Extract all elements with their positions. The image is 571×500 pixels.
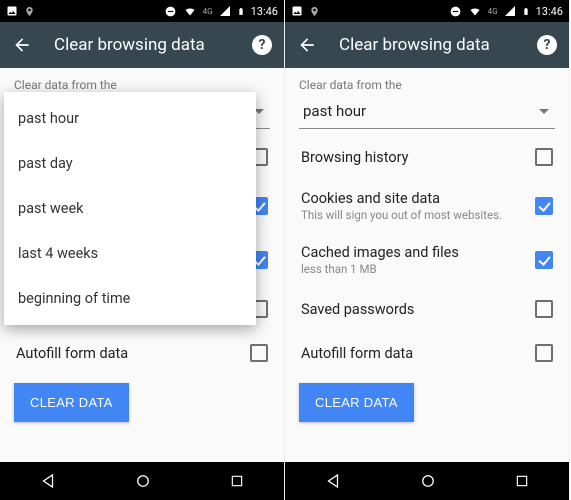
checkbox[interactable] bbox=[535, 344, 553, 362]
wifi-icon bbox=[183, 5, 197, 17]
nav-recent-icon[interactable] bbox=[514, 473, 530, 489]
time-range-dropdown[interactable]: past hour bbox=[299, 96, 555, 129]
time-range-menu: past hour past day past week last 4 week… bbox=[4, 92, 256, 325]
image-icon bbox=[291, 5, 303, 17]
nav-bar bbox=[285, 462, 569, 500]
battery-icon bbox=[522, 5, 530, 18]
clear-data-button[interactable]: CLEAR DATA bbox=[14, 383, 129, 422]
menu-item[interactable]: past hour bbox=[4, 96, 256, 141]
item-passwords[interactable]: Saved passwords bbox=[299, 287, 555, 331]
signal-text: 4G bbox=[488, 7, 498, 16]
menu-item[interactable]: last 4 weeks bbox=[4, 231, 256, 276]
back-icon[interactable] bbox=[12, 35, 32, 55]
location-icon bbox=[309, 6, 320, 17]
item-autofill[interactable]: Autofill form data bbox=[14, 331, 270, 375]
image-icon bbox=[6, 5, 18, 17]
menu-item[interactable]: beginning of time bbox=[4, 276, 256, 321]
clock-text: 13:46 bbox=[251, 5, 278, 18]
cell-icon bbox=[219, 5, 231, 17]
checkbox[interactable] bbox=[535, 148, 553, 166]
clock-text: 13:46 bbox=[536, 5, 563, 18]
signal-text: 4G bbox=[203, 7, 213, 16]
location-icon bbox=[24, 6, 35, 17]
menu-item[interactable]: past week bbox=[4, 186, 256, 231]
battery-icon bbox=[237, 5, 245, 18]
section-label: Clear data from the bbox=[14, 78, 270, 92]
nav-back-icon[interactable] bbox=[324, 472, 342, 490]
help-icon[interactable]: ? bbox=[537, 35, 557, 55]
page-title: Clear browsing data bbox=[339, 35, 515, 55]
cell-icon bbox=[504, 5, 516, 17]
checkbox[interactable] bbox=[535, 251, 553, 269]
page-title: Clear browsing data bbox=[54, 35, 230, 55]
help-icon[interactable]: ? bbox=[252, 35, 272, 55]
item-cache[interactable]: Cached images and filesless than 1 MB bbox=[299, 233, 555, 287]
dnd-icon bbox=[449, 5, 462, 18]
screen-dropdown-open: 4G 13:46 Clear browsing data ? Clear dat… bbox=[0, 0, 285, 500]
dnd-icon bbox=[164, 5, 177, 18]
nav-bar bbox=[0, 462, 284, 500]
menu-item[interactable]: past day bbox=[4, 141, 256, 186]
item-browsing-history[interactable]: Browsing history bbox=[299, 135, 555, 179]
wifi-icon bbox=[468, 5, 482, 17]
app-bar: Clear browsing data ? bbox=[0, 22, 284, 68]
item-autofill[interactable]: Autofill form data bbox=[299, 331, 555, 375]
nav-home-icon[interactable] bbox=[134, 472, 152, 490]
checkbox[interactable] bbox=[250, 344, 268, 362]
app-bar: Clear browsing data ? bbox=[285, 22, 569, 68]
item-cookies[interactable]: Cookies and site dataThis will sign you … bbox=[299, 179, 555, 233]
back-icon[interactable] bbox=[297, 35, 317, 55]
nav-recent-icon[interactable] bbox=[229, 473, 245, 489]
checkbox[interactable] bbox=[535, 300, 553, 318]
status-bar: 4G 13:46 bbox=[0, 0, 284, 22]
section-label: Clear data from the bbox=[299, 78, 555, 92]
chevron-down-icon bbox=[539, 109, 549, 114]
screen-dropdown-closed: 4G 13:46 Clear browsing data ? Clear dat… bbox=[285, 0, 570, 500]
clear-data-button[interactable]: CLEAR DATA bbox=[299, 383, 414, 422]
checkbox[interactable] bbox=[535, 197, 553, 215]
nav-home-icon[interactable] bbox=[419, 472, 437, 490]
status-bar: 4G 13:46 bbox=[285, 0, 569, 22]
nav-back-icon[interactable] bbox=[39, 472, 57, 490]
